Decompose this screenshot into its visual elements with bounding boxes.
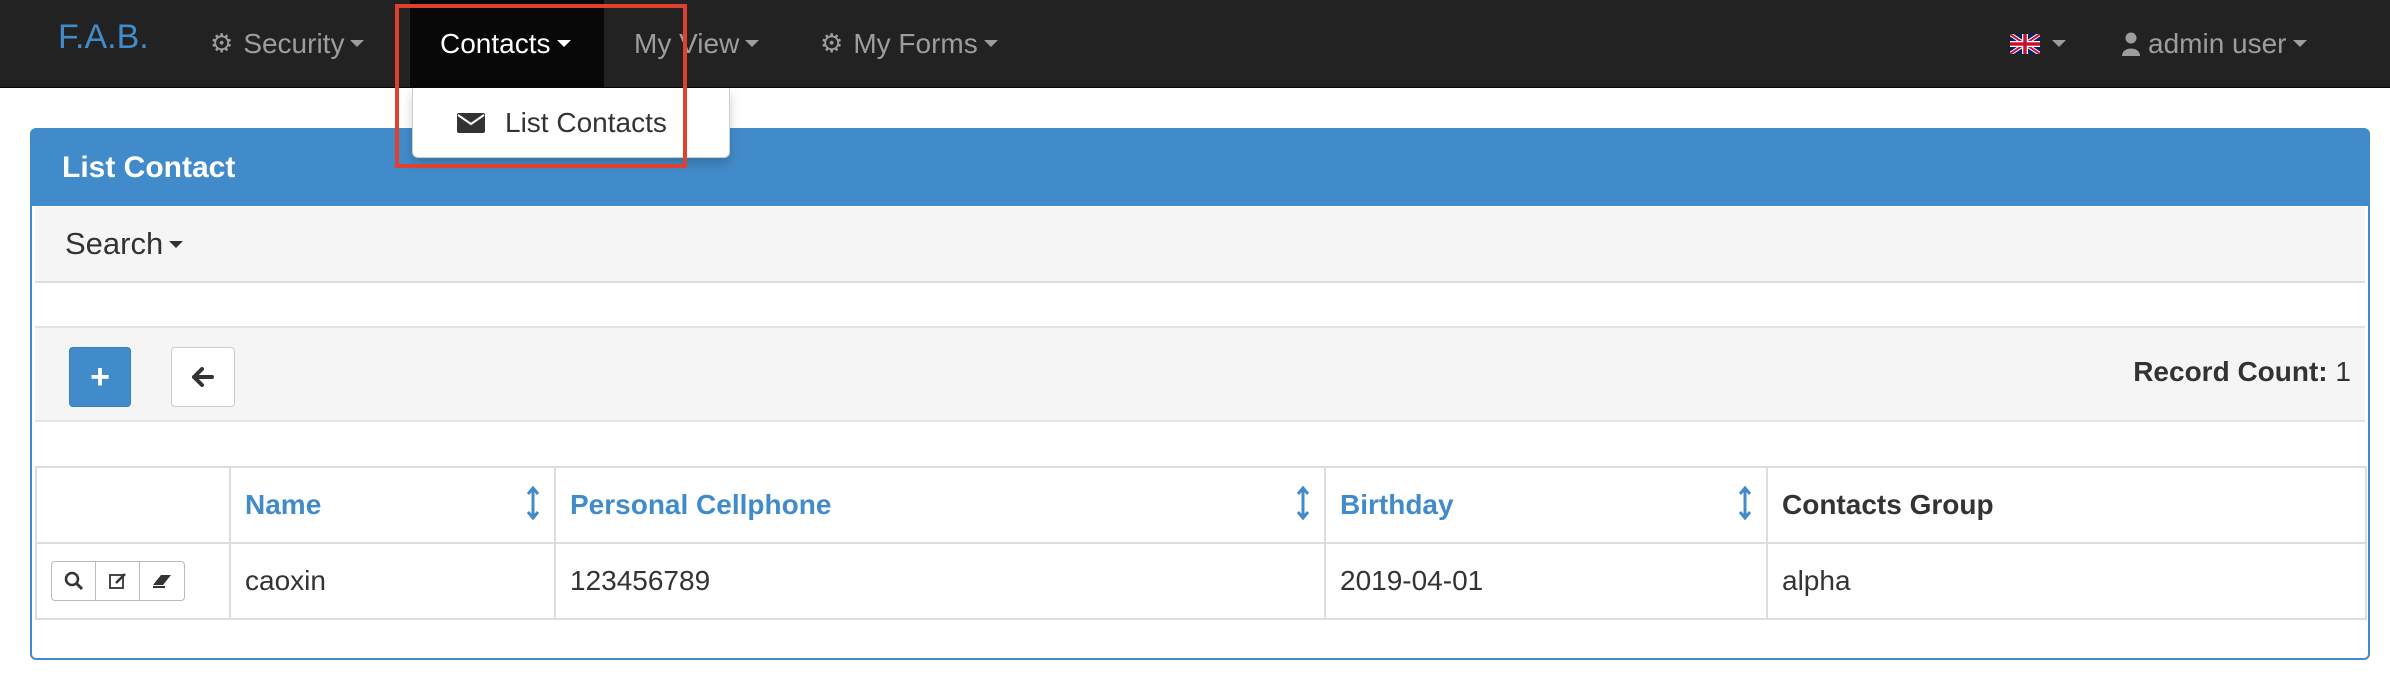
sort-icon: [526, 486, 540, 520]
nav-contacts-label: Contacts: [440, 27, 551, 59]
nav-my-forms[interactable]: ⚙ My Forms: [790, 0, 1028, 87]
caret-down-icon: [745, 40, 760, 47]
caret-down-icon: [983, 40, 998, 47]
column-header-label: Name: [245, 489, 322, 520]
plus-icon: +: [90, 357, 110, 396]
record-count: Record Count: 1: [2133, 356, 2351, 388]
column-header-name[interactable]: Name: [229, 466, 556, 544]
search-label: Search: [65, 226, 164, 261]
cell-contacts-group: alpha: [1766, 542, 2367, 620]
language-selector[interactable]: [1980, 0, 2096, 87]
sort-icon: [1296, 486, 1310, 520]
show-record-button[interactable]: [52, 562, 96, 600]
record-count-label: Record Count:: [2133, 356, 2328, 387]
nav-security[interactable]: ⚙ Security: [180, 0, 394, 87]
column-header-birthday[interactable]: Birthday: [1324, 466, 1768, 544]
edit-record-button[interactable]: [96, 562, 140, 600]
edit-icon: [108, 573, 126, 589]
panel-title: List Contact: [32, 130, 2368, 206]
sort-icon: [1738, 486, 1752, 520]
caret-down-icon: [556, 40, 571, 47]
user-menu-label: admin user: [2148, 27, 2287, 59]
nav-contacts[interactable]: Contacts: [410, 0, 604, 87]
caret-down-icon: [2052, 40, 2066, 47]
search-icon: [64, 571, 83, 591]
add-record-button[interactable]: +: [69, 347, 131, 407]
contacts-table: Name Personal Cellphone Birthday Contact…: [35, 466, 2367, 620]
caret-down-icon: [2292, 40, 2307, 47]
top-navbar: F.A.B. ⚙ Security Contacts My View ⚙ My …: [0, 0, 2390, 88]
menu-item-list-contacts[interactable]: List Contacts: [505, 107, 667, 139]
uk-flag-icon: [2010, 33, 2040, 54]
column-header-label: Birthday: [1340, 489, 1454, 520]
actions-bar: + Record Count: 1: [35, 326, 2365, 422]
column-header-contacts-group: Contacts Group: [1766, 466, 2367, 544]
table-row: caoxin 123456789 2019-04-01 alpha: [35, 542, 2367, 620]
eraser-icon: [153, 575, 171, 588]
gears-icon: ⚙: [210, 28, 234, 58]
contacts-dropdown-menu: List Contacts: [412, 88, 730, 158]
caret-down-icon: [350, 40, 365, 47]
back-button[interactable]: [171, 347, 235, 407]
user-menu[interactable]: admin user: [2092, 0, 2337, 87]
nav-my-view[interactable]: My View: [604, 0, 789, 87]
nav-security-label: Security: [243, 27, 345, 59]
envelope-icon: [457, 112, 485, 133]
list-contact-panel: List Contact Search + Record Count: 1 Na…: [30, 128, 2370, 660]
column-header-label: Contacts Group: [1782, 489, 1994, 520]
column-header-cellphone[interactable]: Personal Cellphone: [554, 466, 1326, 544]
brand-logo[interactable]: F.A.B.: [58, 18, 149, 57]
caret-down-icon: [169, 240, 184, 248]
cell-cellphone: 123456789: [554, 542, 1326, 620]
user-icon: [2122, 32, 2140, 56]
cell-birthday: 2019-04-01: [1324, 542, 1768, 620]
record-count-value: 1: [2335, 356, 2351, 387]
search-toggle[interactable]: Search: [35, 207, 2365, 283]
gears-icon: ⚙: [820, 28, 844, 58]
actions-column-header: [35, 466, 231, 544]
row-actions-cell: [35, 542, 231, 620]
cell-name: caoxin: [229, 542, 556, 620]
nav-my-forms-label: My Forms: [853, 27, 978, 59]
arrow-left-icon: [192, 367, 214, 387]
nav-my-view-label: My View: [634, 27, 740, 59]
table-header-row: Name Personal Cellphone Birthday Contact…: [35, 466, 2367, 544]
row-action-group: [51, 561, 185, 601]
column-header-label: Personal Cellphone: [570, 489, 832, 520]
delete-record-button[interactable]: [140, 562, 184, 600]
